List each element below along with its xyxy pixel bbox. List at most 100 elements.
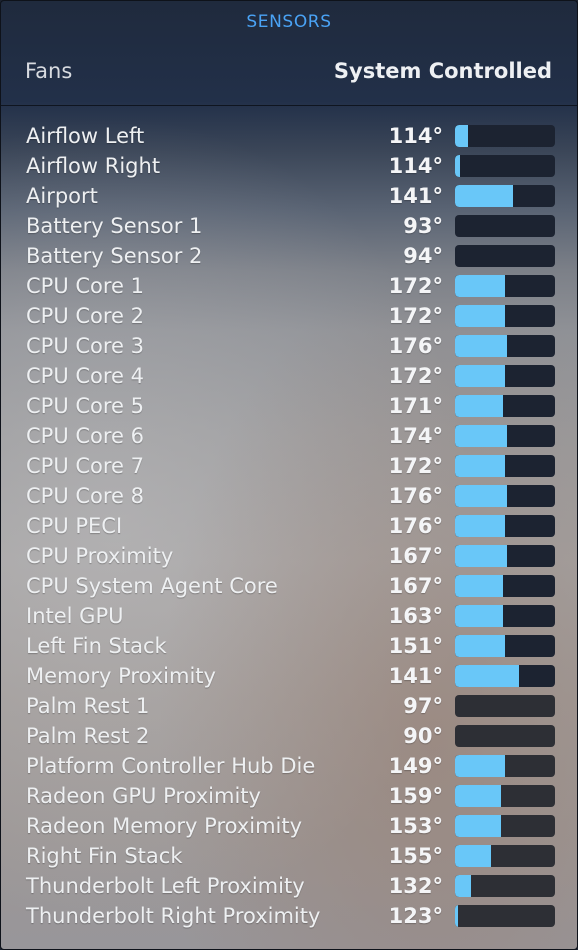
temperature-bar-fill — [455, 515, 505, 537]
temperature-bar-fill — [455, 845, 491, 867]
temperature-bar-fill — [455, 305, 505, 327]
temperature-bar-fill — [455, 875, 471, 897]
sensor-name: CPU Proximity — [26, 544, 174, 568]
sensor-temperature: 171° — [388, 394, 443, 418]
temperature-bar-fill — [455, 815, 501, 837]
sensor-row: CPU Core 5 171° — [1, 391, 577, 421]
sensor-name: Palm Rest 2 — [26, 724, 150, 748]
sensor-row: Thunderbolt Right Proximity 123° — [1, 901, 577, 931]
sensor-name: Platform Controller Hub Die — [26, 754, 316, 778]
sensor-row: Radeon GPU Proximity 159° — [1, 781, 577, 811]
sensor-name: Right Fin Stack — [26, 844, 183, 868]
temperature-bar-track — [455, 305, 555, 327]
temperature-bar-fill — [455, 365, 505, 387]
sensor-name: CPU Core 5 — [26, 394, 145, 418]
temperature-bar-track — [455, 905, 555, 927]
sensor-temperature: 114° — [388, 154, 443, 178]
temperature-bar-fill — [455, 395, 503, 417]
temperature-bar-track — [455, 395, 555, 417]
header-divider — [1, 105, 577, 106]
sensor-row: Airport 141° — [1, 181, 577, 211]
sensor-name: Airflow Left — [26, 124, 145, 148]
sensor-name: Airflow Right — [26, 154, 161, 178]
sensor-temperature: 90° — [403, 724, 443, 748]
temperature-bar-track — [455, 545, 555, 567]
temperature-bar-fill — [455, 335, 507, 357]
sensor-row: Right Fin Stack 155° — [1, 841, 577, 871]
sensor-name: Battery Sensor 1 — [26, 214, 203, 238]
temperature-bar-track — [455, 365, 555, 387]
sensor-name: Intel GPU — [26, 604, 124, 628]
sensor-row: CPU System Agent Core 167° — [1, 571, 577, 601]
sensor-name: Thunderbolt Right Proximity — [26, 904, 321, 928]
temperature-bar-track — [455, 335, 555, 357]
fans-label: Fans — [25, 59, 73, 83]
sensor-temperature: 176° — [388, 484, 443, 508]
temperature-bar-track — [455, 185, 555, 207]
temperature-bar-fill — [455, 635, 505, 657]
temperature-bar-track — [455, 875, 555, 897]
sensors-panel: SENSORS Fans System Controlled Airflow L… — [0, 0, 578, 950]
temperature-bar-track — [455, 605, 555, 627]
temperature-bar-fill — [455, 785, 501, 807]
sensor-temperature: 94° — [403, 244, 443, 268]
sensor-temperature: 141° — [388, 184, 443, 208]
sensor-name: Radeon GPU Proximity — [26, 784, 261, 808]
sensor-row: Thunderbolt Left Proximity 132° — [1, 871, 577, 901]
sensor-name: Memory Proximity — [26, 664, 216, 688]
sensor-temperature: 167° — [388, 574, 443, 598]
temperature-bar-fill — [455, 275, 505, 297]
temperature-bar-track — [455, 425, 555, 447]
fans-row[interactable]: Fans System Controlled — [25, 56, 552, 90]
sensor-temperature: 149° — [388, 754, 443, 778]
temperature-bar-fill — [455, 155, 460, 177]
sensor-name: CPU Core 8 — [26, 484, 145, 508]
sensor-temperature: 172° — [388, 304, 443, 328]
temperature-bar-fill — [455, 545, 507, 567]
sensor-name: CPU PECI — [26, 514, 123, 538]
sensor-row: CPU Core 1 172° — [1, 271, 577, 301]
sensor-name: CPU Core 2 — [26, 304, 145, 328]
sensor-row: Palm Rest 2 90° — [1, 721, 577, 751]
sensor-row: CPU Core 2 172° — [1, 301, 577, 331]
temperature-bar-track — [455, 515, 555, 537]
sensor-row: Radeon Memory Proximity 153° — [1, 811, 577, 841]
sensor-temperature: 172° — [388, 274, 443, 298]
temperature-bar-fill — [455, 455, 505, 477]
sensor-name: Thunderbolt Left Proximity — [26, 874, 305, 898]
sensor-name: CPU Core 4 — [26, 364, 145, 388]
sensor-name: Palm Rest 1 — [26, 694, 150, 718]
sensor-row: CPU Core 8 176° — [1, 481, 577, 511]
sensor-row: Battery Sensor 2 94° — [1, 241, 577, 271]
temperature-bar-track — [455, 785, 555, 807]
sensor-temperature: 93° — [403, 214, 443, 238]
sensor-row: Intel GPU 163° — [1, 601, 577, 631]
sensor-list: Airflow Left 114° Airflow Right 114° Airport… — [1, 121, 577, 931]
sensor-temperature: 167° — [388, 544, 443, 568]
sensor-temperature: 123° — [388, 904, 443, 928]
temperature-bar-track — [455, 665, 555, 687]
sensor-temperature: 163° — [388, 604, 443, 628]
temperature-bar-track — [455, 125, 555, 147]
sensor-temperature: 174° — [388, 424, 443, 448]
sensor-temperature: 153° — [388, 814, 443, 838]
sensor-row: Battery Sensor 1 93° — [1, 211, 577, 241]
sensor-temperature: 155° — [388, 844, 443, 868]
sensor-name: Airport — [26, 184, 98, 208]
temperature-bar-track — [455, 635, 555, 657]
panel-title: SENSORS — [246, 12, 332, 32]
temperature-bar-track — [455, 275, 555, 297]
temperature-bar-track — [455, 155, 555, 177]
temperature-bar-fill — [455, 485, 507, 507]
sensor-row: Airflow Right 114° — [1, 151, 577, 181]
sensor-temperature: 172° — [388, 364, 443, 388]
sensor-temperature: 141° — [388, 664, 443, 688]
sensor-name: Left Fin Stack — [26, 634, 167, 658]
sensor-row: Platform Controller Hub Die 149° — [1, 751, 577, 781]
sensor-name: CPU Core 1 — [26, 274, 145, 298]
temperature-bar-track — [455, 215, 555, 237]
temperature-bar-fill — [455, 575, 503, 597]
temperature-bar-track — [455, 485, 555, 507]
fans-mode-value[interactable]: System Controlled — [334, 59, 552, 83]
sensor-name: Radeon Memory Proximity — [26, 814, 303, 838]
